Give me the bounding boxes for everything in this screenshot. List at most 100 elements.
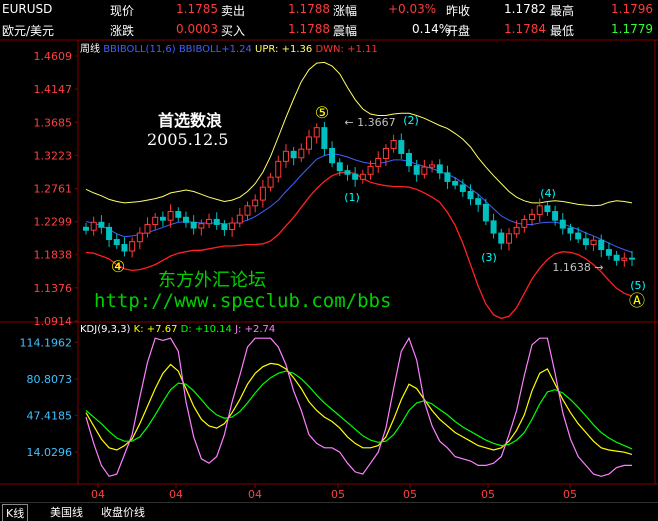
candle-body [529, 213, 536, 220]
candle-body [175, 211, 182, 218]
candle-body [282, 150, 289, 162]
candle-body [375, 157, 382, 167]
candle-body [590, 239, 597, 246]
candle-body [575, 232, 582, 240]
wave-label-5-circled: ⑤ [315, 103, 329, 122]
candle-body [544, 205, 551, 213]
candle-body [329, 147, 336, 164]
candle-body [452, 180, 459, 186]
candle-body [629, 257, 635, 260]
candle-body [505, 233, 512, 244]
candle-body [321, 127, 328, 149]
kdj-tick-label: 47.4185 [27, 410, 73, 423]
wave-label-2: (2) [403, 114, 419, 127]
kdj-tick-label: 14.0296 [27, 446, 73, 459]
candle-body [83, 226, 89, 231]
candle-body [221, 223, 228, 230]
y-tick-label: 1.3223 [34, 149, 73, 162]
candle-body [621, 257, 628, 261]
candle-body [159, 216, 166, 221]
tab-american-line[interactable]: 美国线 [50, 504, 83, 520]
wave-label-1: (1) [344, 191, 360, 204]
candle-body [598, 239, 605, 251]
candle-body [390, 140, 397, 149]
candle-body [613, 254, 620, 261]
candle-body [429, 164, 436, 168]
x-tick-label: 04 [169, 488, 183, 501]
candle-body [436, 164, 443, 174]
candle-body [521, 218, 528, 228]
watermark-forum: 东方外汇论坛 [158, 270, 266, 291]
candle-body [313, 127, 320, 138]
candle-body [490, 220, 497, 234]
y-tick-label: 1.1376 [34, 282, 73, 295]
candle-body [90, 221, 97, 231]
candle-body [413, 165, 420, 175]
legend-d-value: +10.14 [194, 324, 232, 335]
candle-body [106, 226, 113, 241]
candle-body [259, 186, 266, 201]
x-tick-label: 05 [331, 488, 345, 501]
candle-body [267, 176, 274, 188]
kdj-legend: KDJ(9,3,3) K: +7.67 D: +10.14 J: +2.74 [80, 324, 276, 335]
low-price-label: 1.1638 → [552, 261, 603, 274]
candle-body [98, 221, 105, 228]
kdj-line-d [85, 370, 633, 450]
x-tick-label: 05 [563, 488, 577, 501]
candle-body [298, 148, 305, 159]
candle-body [244, 205, 251, 216]
tab-close-line[interactable]: 收盘价线 [101, 504, 145, 520]
x-tick-labels: 04 04 04 05 05 05 05 [91, 488, 577, 501]
candle-body [444, 172, 451, 182]
candle-body [513, 226, 520, 235]
tab-bar-divider [0, 502, 658, 503]
y-tick-label: 1.0914 [34, 315, 73, 328]
candle-body [136, 232, 143, 243]
wave-label-4-circled: ④ [111, 257, 125, 276]
candle-body [290, 150, 297, 159]
candle-body [206, 218, 213, 225]
y-tick-labels: 1.4609 1.4147 1.3685 1.3223 1.2761 1.2299 1.18… [20, 50, 73, 459]
candle-body [552, 211, 559, 221]
indicator-name: BBIBOLL(11,6) [103, 44, 176, 55]
legend-bboll-name: BBIBOLL [178, 44, 222, 55]
candle-body [459, 184, 466, 192]
kdj-title: KDJ(9,3,3) [80, 324, 131, 335]
annotation-date: 2005.12.5 [147, 130, 229, 149]
tab-kline[interactable]: K线 [2, 504, 29, 521]
candle-body [475, 198, 482, 205]
y-tick-label: 1.1838 [34, 249, 73, 262]
candle-body [198, 223, 205, 229]
watermark-url: http://www.speclub.com/bbs [94, 290, 392, 312]
candle-body [275, 160, 282, 178]
x-tick-label: 05 [403, 488, 417, 501]
wave-label-3: (3) [481, 251, 497, 264]
candle-body [559, 219, 566, 229]
kdj-tick-label: 114.1962 [20, 336, 73, 349]
candle-body [152, 216, 159, 225]
x-tick-label: 04 [91, 488, 105, 501]
legend-dwn-name: DWN [315, 44, 341, 55]
candle-body [421, 166, 428, 175]
candle-body [352, 173, 359, 180]
candle-body [359, 173, 366, 180]
candle-body [213, 218, 220, 225]
candle-body [482, 203, 489, 222]
candle-body [121, 244, 128, 252]
candle-body [129, 241, 136, 252]
candle-body [567, 227, 574, 234]
candle-body [336, 162, 343, 172]
legend-upr-value: +1.36 [281, 44, 313, 55]
candle-body [467, 190, 474, 200]
y-tick-label: 1.2761 [34, 183, 73, 196]
candle-body [605, 249, 612, 256]
legend-j-value: +2.74 [244, 324, 276, 335]
x-tick-label: 04 [248, 488, 262, 501]
x-tick-label: 05 [481, 488, 495, 501]
chart-window: EURUSD 现价 1.1785 卖出 1.1788 涨幅 +0.03% 昨收 … [0, 0, 658, 521]
y-tick-label: 1.3685 [34, 116, 73, 129]
candle-body [498, 232, 505, 244]
candle-body [367, 165, 374, 175]
candle-body [405, 152, 412, 167]
legend-upr-name: UPR [255, 44, 276, 55]
